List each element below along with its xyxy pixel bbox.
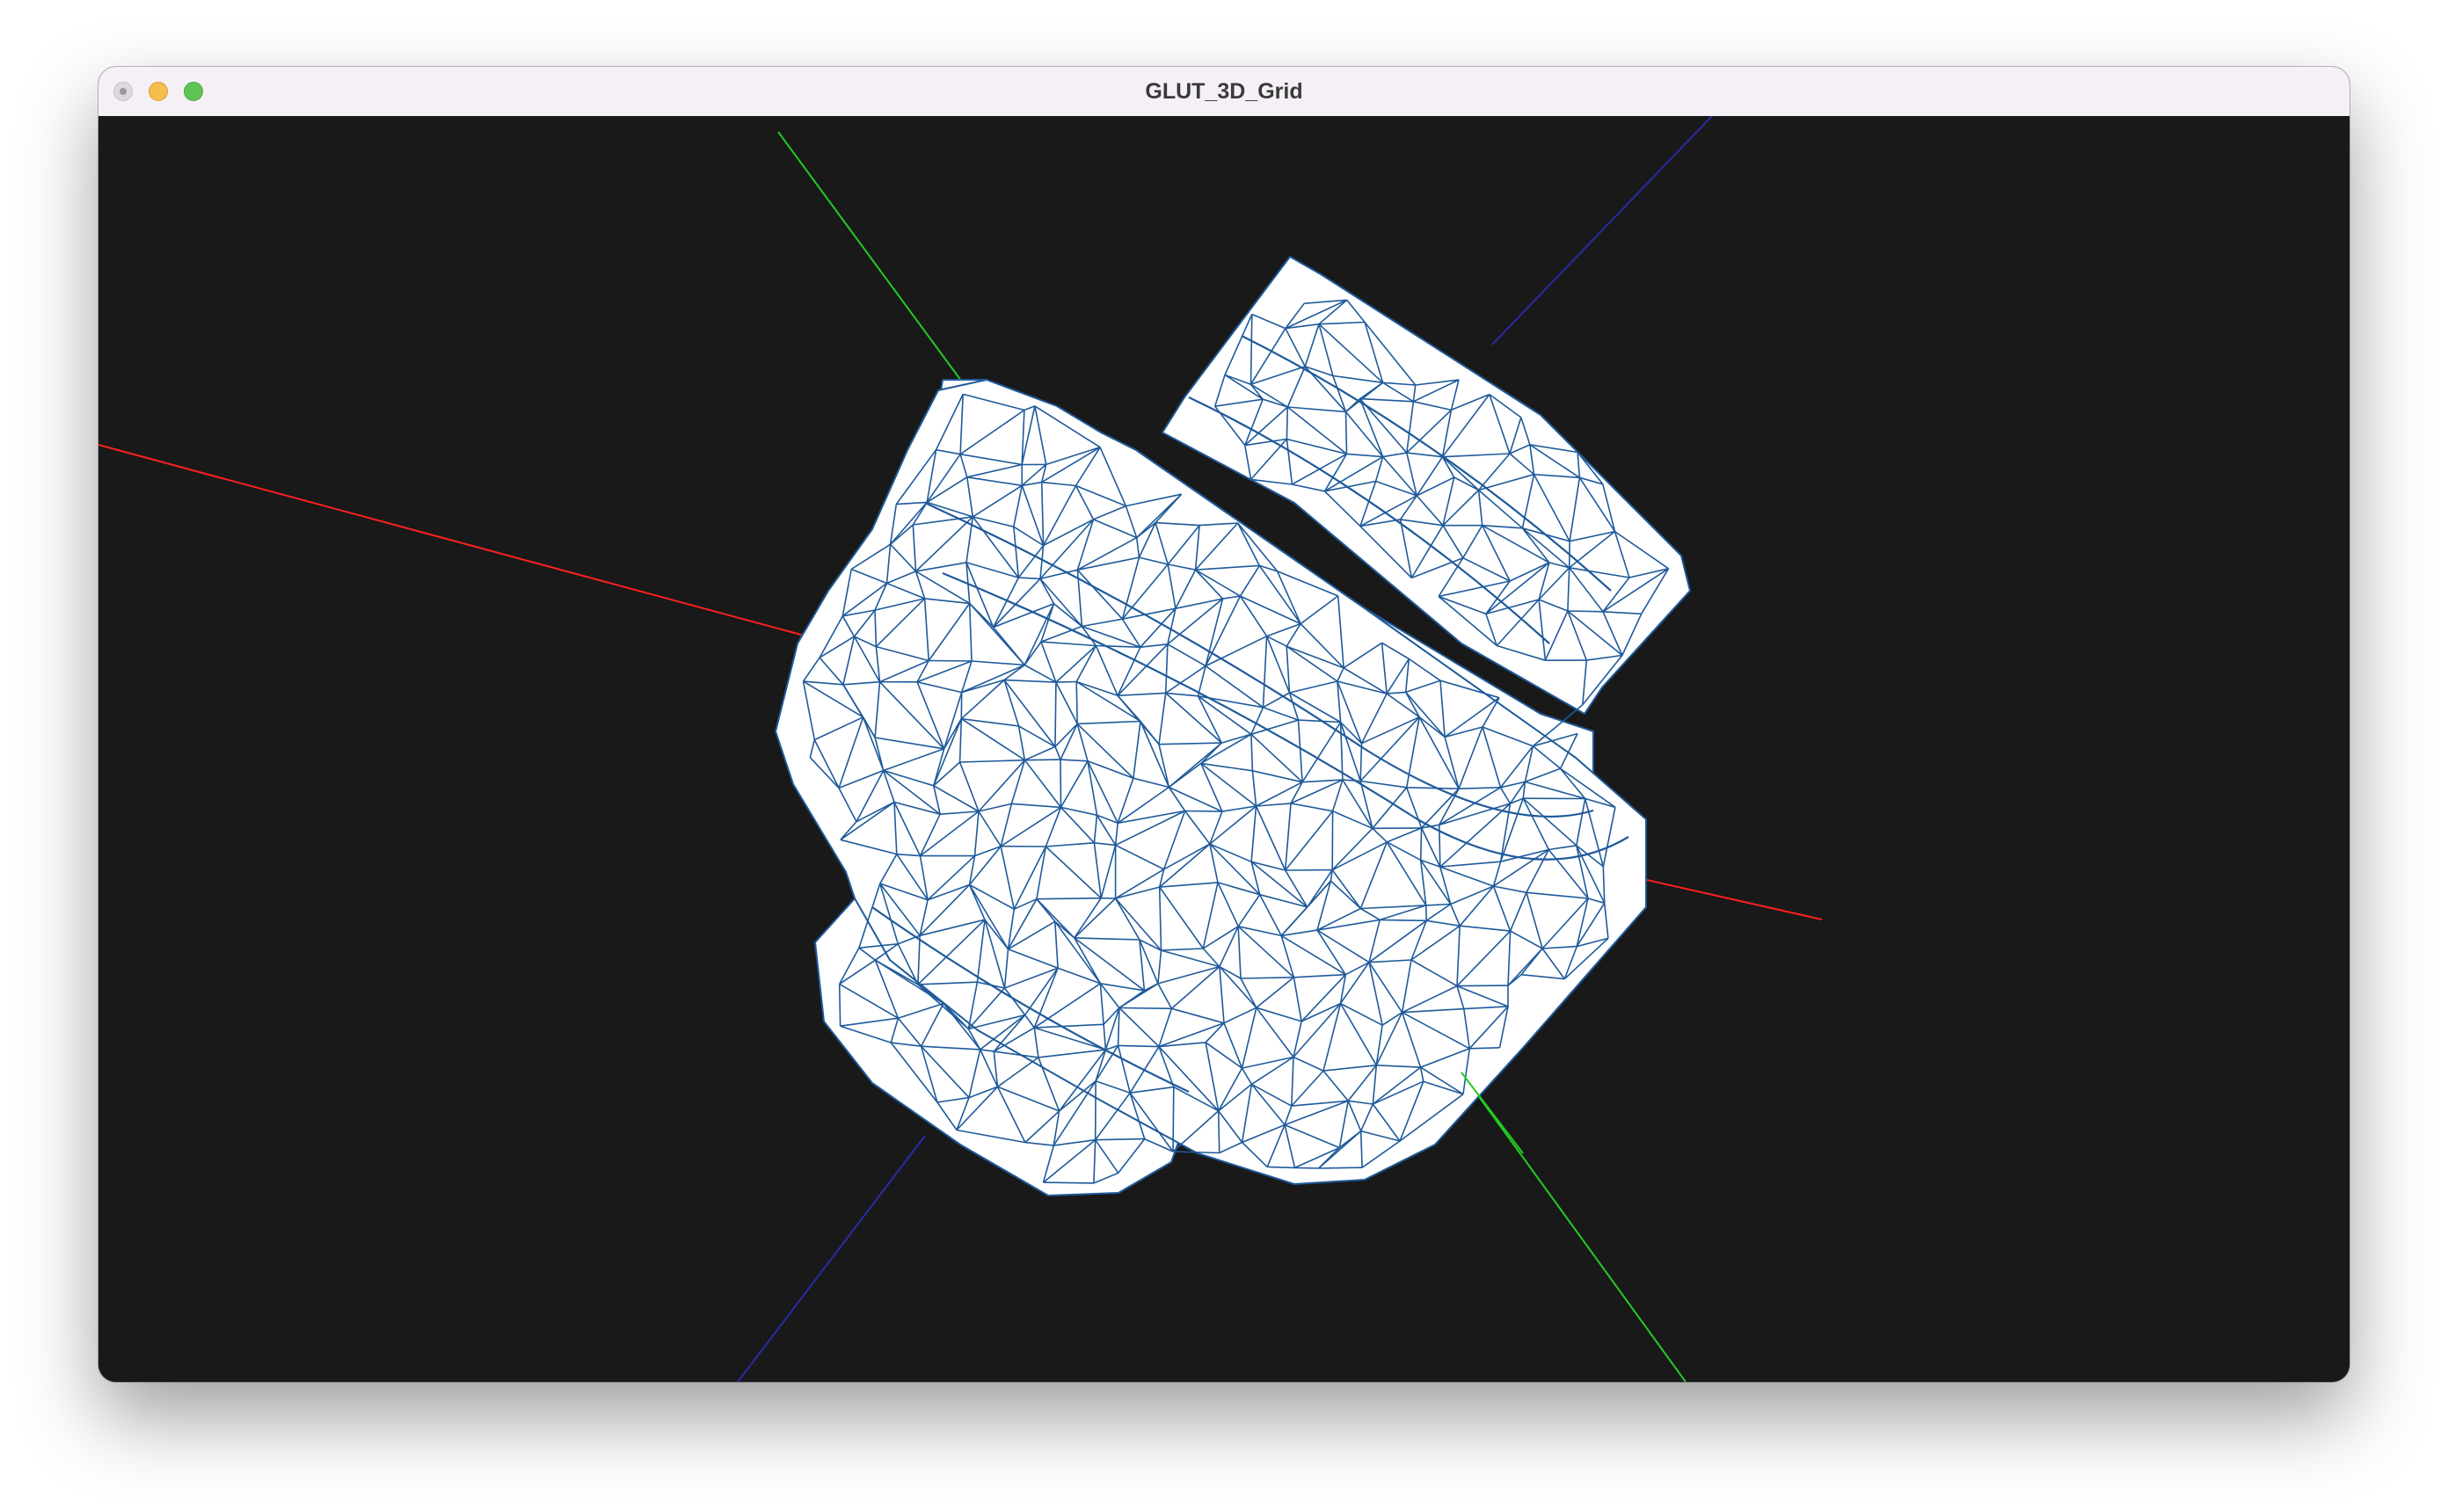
mesh-edge xyxy=(1456,985,1509,987)
y-axis-front xyxy=(1461,1072,1524,1154)
mesh-edge xyxy=(1118,1007,1172,1010)
mesh-edge xyxy=(1318,1167,1363,1169)
y-axis-line xyxy=(777,131,965,385)
mesh-edge xyxy=(1567,610,1604,613)
mesh-edge xyxy=(1344,411,1348,454)
mesh-body xyxy=(775,256,1691,1196)
desktop: GLUT_3D_Grid xyxy=(0,0,2448,1512)
mesh-edge xyxy=(1172,1087,1175,1152)
z-axis-line-far xyxy=(737,1135,926,1382)
mesh-edge xyxy=(929,659,973,662)
mesh-edge xyxy=(1184,810,1222,812)
mesh-edge xyxy=(1286,406,1289,440)
mesh-edge xyxy=(1043,1181,1094,1184)
opengl-viewport[interactable] xyxy=(98,116,2350,1382)
mesh-edge xyxy=(1095,1138,1145,1141)
x-axis-line xyxy=(98,444,886,658)
mesh-edge xyxy=(1294,1167,1319,1169)
mesh-edge xyxy=(1469,1047,1500,1050)
mesh-edge xyxy=(1055,680,1077,683)
y-axis-line-far xyxy=(1461,1072,1687,1382)
title-bar[interactable]: GLUT_3D_Grid xyxy=(98,67,2350,117)
mesh-edge xyxy=(1054,682,1057,747)
x-axis-line-far xyxy=(1619,873,1823,920)
mesh-edge xyxy=(1217,1110,1220,1153)
mesh-edge xyxy=(838,984,842,1027)
mesh-edge xyxy=(1036,897,1102,900)
glut-window[interactable]: GLUT_3D_Grid xyxy=(98,67,2350,1382)
mesh-edge xyxy=(1060,760,1062,808)
mesh-edge xyxy=(1419,827,1423,861)
mesh-edge xyxy=(1075,681,1078,724)
scene-canvas[interactable] xyxy=(98,116,2350,1382)
mesh-edge xyxy=(1424,905,1427,921)
window-title: GLUT_3D_Grid xyxy=(1145,79,1303,104)
z-axis-line xyxy=(1491,116,1713,345)
